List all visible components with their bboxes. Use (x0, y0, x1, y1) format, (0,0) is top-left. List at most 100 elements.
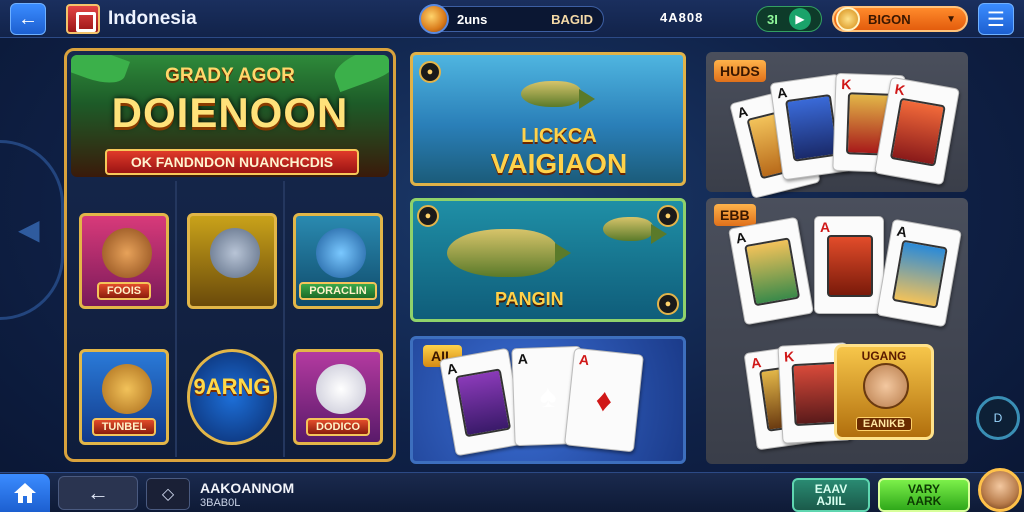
menu-button[interactable]: ☰ (978, 3, 1014, 35)
card-rank: A (734, 228, 748, 247)
mouse-icon (210, 228, 260, 278)
fish-icon (521, 81, 595, 109)
account-id: 3BAB0L (200, 497, 241, 509)
card-art-icon (827, 235, 873, 297)
game-tile-mouse[interactable] (187, 213, 277, 309)
chevron-left-icon: ◀ (18, 214, 40, 245)
card-rank: K (841, 76, 852, 93)
frame-label: EANIKB (855, 417, 913, 431)
arrow-left-icon: ← (18, 7, 38, 30)
lion-icon (102, 364, 152, 414)
card-rank: K (893, 80, 907, 99)
diamond-outline-icon: ◇ (161, 486, 175, 503)
golden-game-frame[interactable]: UGANG EANIKB (834, 344, 934, 440)
playing-card: A ♦ (564, 347, 644, 453)
featured-panel: GRADY AGOR DOIENOON OK FANDNDON NUANCHCD… (64, 48, 396, 462)
avatar[interactable] (978, 468, 1022, 512)
card-rank: A (820, 219, 831, 235)
badge-icon: ● (417, 205, 439, 227)
card-rank: A (578, 351, 591, 369)
search-value: BAGID (551, 11, 593, 27)
game-title-line2: VAIGIAON (490, 148, 628, 179)
game-title-line1: LICKCA (521, 125, 597, 147)
game-label: PANGIN (495, 289, 564, 309)
game-tile-cat[interactable]: FOOIS (79, 213, 169, 309)
menu-icon: ☰ (987, 8, 1005, 31)
playing-card: A (728, 216, 814, 326)
tile-label: PORACLIN (299, 282, 377, 300)
card-games-panel[interactable]: HUDS A A K K (706, 52, 968, 200)
search-label: 2uns (457, 11, 488, 27)
banner-title: DOIENOON (111, 89, 349, 136)
arrow-left-icon: ← (87, 480, 109, 505)
banner-subtitle: GRADY AGOR (165, 65, 295, 86)
fish-icon (447, 229, 571, 277)
badge-icon: ● (419, 61, 441, 83)
brand-logo-icon (66, 4, 100, 34)
card-rank: A (749, 354, 763, 372)
tile-label: FOOIS (96, 282, 152, 300)
brand-name: Indonesia (108, 8, 197, 29)
game-title: LICKCA VAIGIAON (469, 125, 649, 180)
coin-amount: 4A808 (660, 10, 704, 25)
card-rank: A (445, 359, 459, 378)
frame-header: UGANG (861, 349, 907, 363)
playing-card: A (814, 216, 884, 314)
game-tile-lion[interactable]: TUNBEL (79, 349, 169, 445)
diamond-button[interactable]: ◇ (146, 478, 190, 510)
wallet-pill[interactable]: BIGON ▼ (832, 6, 968, 32)
back-arrow-button[interactable]: ← (10, 3, 46, 35)
card-art-icon (891, 239, 948, 309)
banner-ribbon: OK FANDNDON NUANCHCDIS (105, 149, 359, 175)
tile-label: DODICO (306, 418, 370, 436)
primary-action-button[interactable]: VARY AARK (878, 478, 970, 512)
game-card-fishing[interactable]: ● LICKCA VAIGIAON (410, 52, 686, 186)
coin-icon (836, 7, 860, 31)
chevron-down-icon: ▼ (946, 13, 956, 25)
card-rank: A (517, 350, 529, 368)
game-tile-rabbit[interactable]: DODICO (293, 349, 383, 445)
tile-label: TUNBEL (91, 418, 157, 436)
playing-card: A (876, 218, 962, 328)
fish-icon (316, 228, 366, 278)
account-name: AAKOANNOM (200, 480, 295, 496)
diamond-icon: ♦ (593, 381, 614, 419)
column-divider (175, 181, 177, 457)
game-card-fish-hunter[interactable]: ● ● ● PANGIN (410, 198, 686, 322)
home-button[interactable] (0, 474, 50, 512)
panel-badge: EBB (714, 204, 756, 226)
badge-icon: ● (657, 293, 679, 315)
secondary-action-button[interactable]: EAAV AJIIL (792, 478, 870, 512)
card-rank: K (783, 348, 795, 365)
wallet-label: BIGON (868, 11, 911, 27)
game-card-poker[interactable]: AIL A A ♠ A ♦ (410, 336, 686, 464)
brand: Indonesia (66, 4, 197, 34)
side-scroll-right-button[interactable]: D (976, 396, 1020, 440)
cat-icon (102, 228, 152, 278)
game-tile-wheel[interactable]: 9ARNG (187, 349, 277, 445)
side-scroll-left[interactable]: ◀ (0, 140, 64, 320)
button-line2: AARK (906, 494, 942, 508)
card-art-icon (744, 237, 801, 307)
arrow-right-icon: ▶ (789, 8, 811, 30)
card-art-icon (785, 93, 840, 162)
column-divider (283, 181, 285, 457)
panel-badge: HUDS (714, 60, 766, 82)
featured-banner[interactable]: GRADY AGOR DOIENOON OK FANDNDON NUANCHCD… (71, 55, 389, 177)
game-tile-fish[interactable]: PORACLIN (293, 213, 383, 309)
card-art-icon (455, 368, 512, 438)
search-pill[interactable]: 2uns BAGID (419, 4, 604, 34)
home-icon (14, 483, 36, 503)
fish-icon (603, 217, 667, 245)
character-icon (863, 363, 909, 409)
back-button[interactable]: ← (58, 476, 138, 510)
level-pill[interactable]: 3I ▶ (756, 6, 822, 32)
globe-icon (419, 4, 449, 34)
level-label: 3I (767, 11, 778, 27)
rabbit-icon (316, 364, 366, 414)
card-rank: A (895, 222, 909, 241)
circle-d-icon: D (993, 411, 1003, 425)
tile-big-text: 9ARNG (193, 374, 271, 399)
button-line2: AJIIL (816, 494, 846, 508)
card-rank: A (775, 84, 789, 102)
